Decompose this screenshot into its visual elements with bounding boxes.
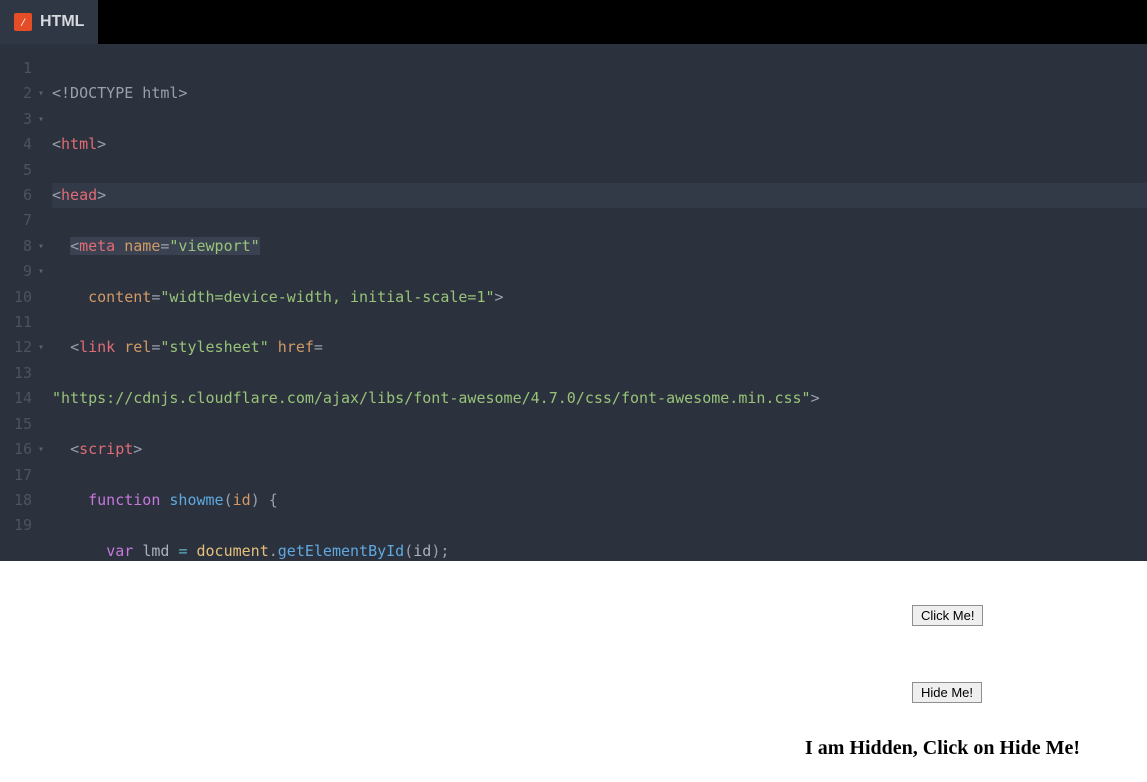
code-line: <!DOCTYPE html> (52, 81, 1147, 106)
code-line: function showme(id) { (52, 488, 1147, 513)
line-number: 18 (0, 488, 42, 513)
line-number: 4 (0, 132, 42, 157)
preview-panel: Click Me! Hide Me! I am Hidden, Click on… (0, 561, 1147, 782)
click-me-button[interactable]: Click Me! (912, 605, 983, 626)
line-number: 11 (0, 310, 42, 335)
line-number: 13 (0, 361, 42, 386)
line-number: 10 (0, 285, 42, 310)
line-number: 3 (0, 107, 42, 132)
line-number: 2 (0, 81, 42, 106)
code-line: <html> (52, 132, 1147, 157)
hide-me-button[interactable]: Hide Me! (912, 682, 982, 703)
code-line: <link rel="stylesheet" href= (52, 335, 1147, 360)
line-number: 5 (0, 158, 42, 183)
line-number: 14 (0, 386, 42, 411)
editor-panel: / HTML 1 2 3 4 5 6 7 8 9 10 11 12 13 14 … (0, 0, 1147, 561)
code-line: "https://cdnjs.cloudflare.com/ajax/libs/… (52, 386, 1147, 411)
code-line-active: <head> (52, 183, 1147, 208)
code-editor[interactable]: 1 2 3 4 5 6 7 8 9 10 11 12 13 14 15 16 1… (0, 44, 1147, 561)
line-number: 9 (0, 259, 42, 284)
code-content[interactable]: <!DOCTYPE html> <html> <head> <meta name… (48, 44, 1147, 561)
line-number: 8 (0, 234, 42, 259)
tab-bar: / HTML (0, 0, 1147, 44)
line-number: 12 (0, 335, 42, 360)
hidden-message: I am Hidden, Click on Hide Me! (805, 737, 1080, 760)
line-number: 15 (0, 412, 42, 437)
html-icon: / (14, 13, 32, 31)
code-line: <script> (52, 437, 1147, 462)
line-number: 1 (0, 56, 42, 81)
line-number: 17 (0, 463, 42, 488)
tab-html[interactable]: / HTML (0, 0, 98, 44)
tab-label: HTML (40, 13, 84, 31)
line-number: 16 (0, 437, 42, 462)
code-line: <meta name="viewport" (52, 234, 1147, 259)
line-number-gutter: 1 2 3 4 5 6 7 8 9 10 11 12 13 14 15 16 1… (0, 44, 48, 561)
line-number: 19 (0, 513, 42, 538)
line-number: 7 (0, 208, 42, 233)
line-number: 6 (0, 183, 42, 208)
code-line: content="width=device-width, initial-sca… (52, 285, 1147, 310)
code-line: var lmd = document.getElementById(id); (52, 539, 1147, 561)
